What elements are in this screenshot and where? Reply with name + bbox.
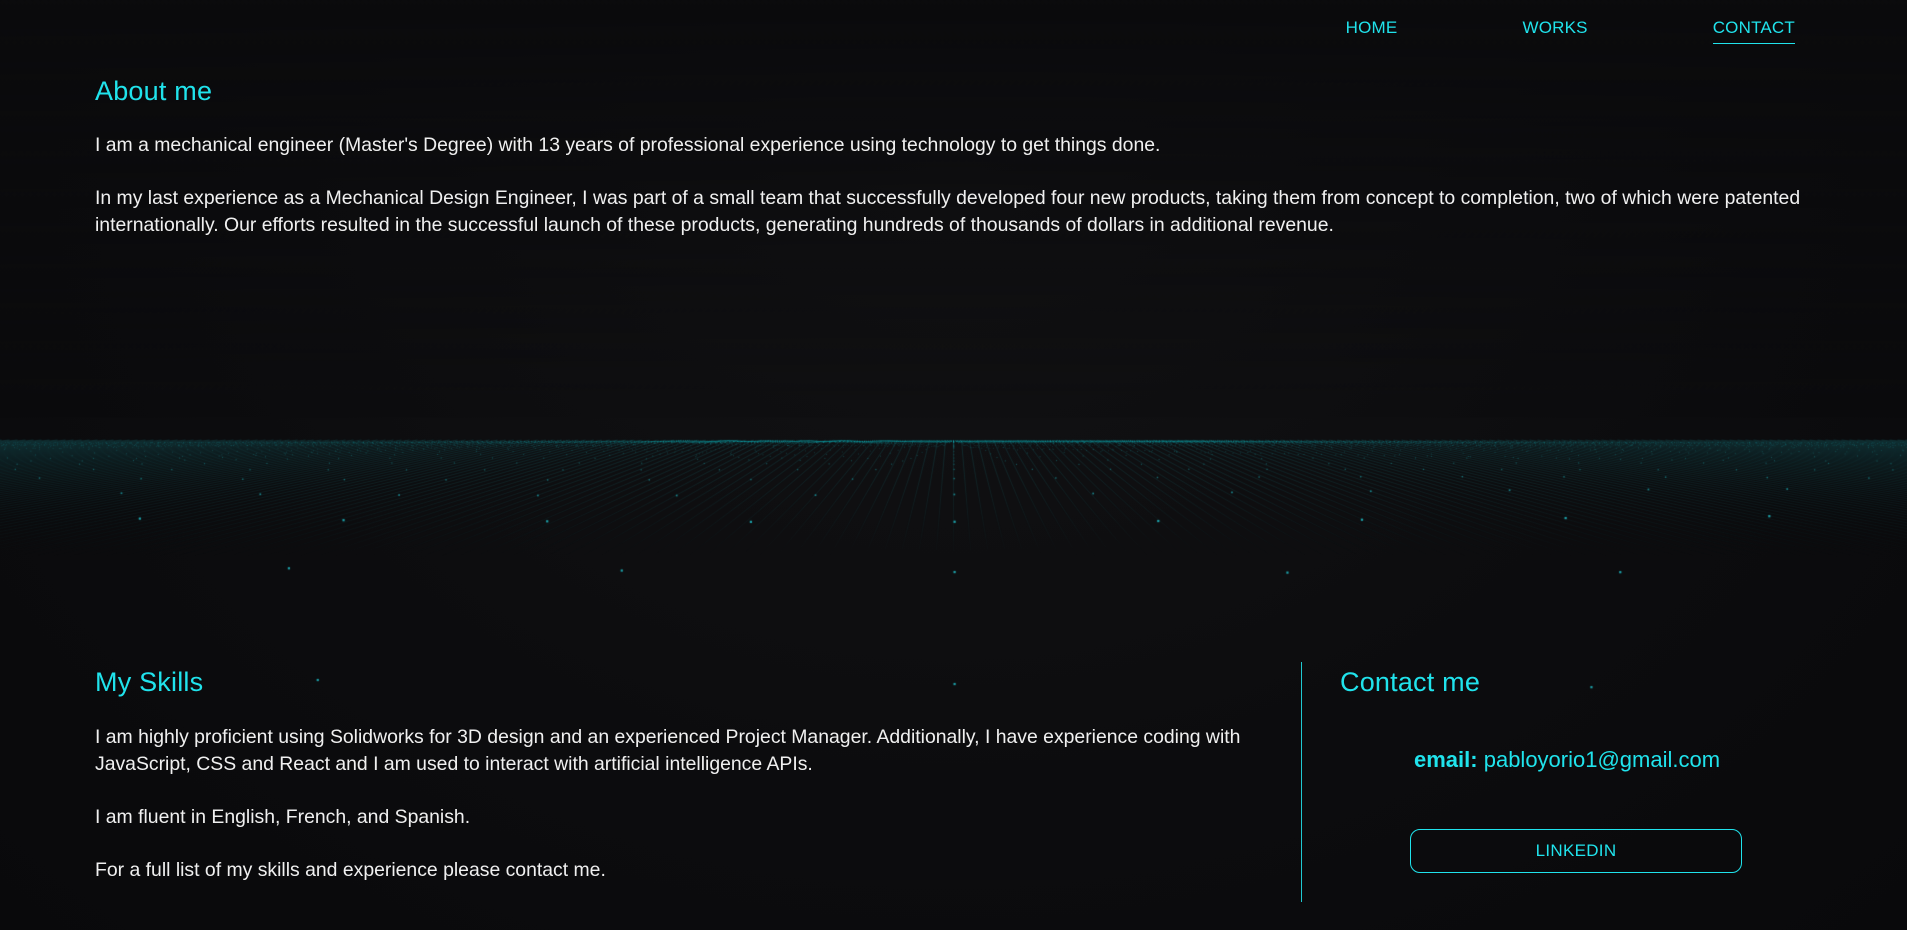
skills-paragraph-1: I am highly proficient using Solidworks … bbox=[95, 726, 1241, 775]
skills-paragraph-3: For a full list of my skills and experie… bbox=[95, 859, 606, 881]
email-row: email: pabloyorio1@gmail.com bbox=[1414, 747, 1720, 773]
skills-paragraph-2: I am fluent in English, French, and Span… bbox=[95, 806, 471, 828]
top-nav: HOME WORKS CONTACT bbox=[1221, 18, 1795, 44]
nav-contact-link[interactable]: CONTACT bbox=[1712, 18, 1795, 44]
email-link[interactable]: pabloyorio1@gmail.com bbox=[1484, 747, 1720, 772]
skills-title: My Skills bbox=[95, 667, 204, 697]
about-title: About me bbox=[95, 76, 213, 106]
about-paragraph-1: I am a mechanical engineer (Master's Deg… bbox=[95, 134, 1161, 156]
page: HOME WORKS CONTACT About me I am a mecha… bbox=[0, 0, 1907, 930]
nav-home-link[interactable]: HOME bbox=[1346, 18, 1398, 44]
about-section: About me I am a mechanical engineer (Mas… bbox=[95, 76, 1810, 239]
contact-section: Contact me email: pabloyorio1@gmail.com … bbox=[1340, 667, 1810, 873]
linkedin-button[interactable]: LINKEDIN bbox=[1410, 829, 1742, 873]
section-divider bbox=[1301, 662, 1302, 902]
skills-section: My Skills I am highly proficient using S… bbox=[95, 667, 1285, 884]
email-label: email: bbox=[1414, 747, 1478, 772]
about-paragraph-2: In my last experience as a Mechanical De… bbox=[95, 187, 1801, 236]
nav-works-link[interactable]: WORKS bbox=[1522, 18, 1587, 44]
contact-title: Contact me bbox=[1340, 667, 1481, 697]
